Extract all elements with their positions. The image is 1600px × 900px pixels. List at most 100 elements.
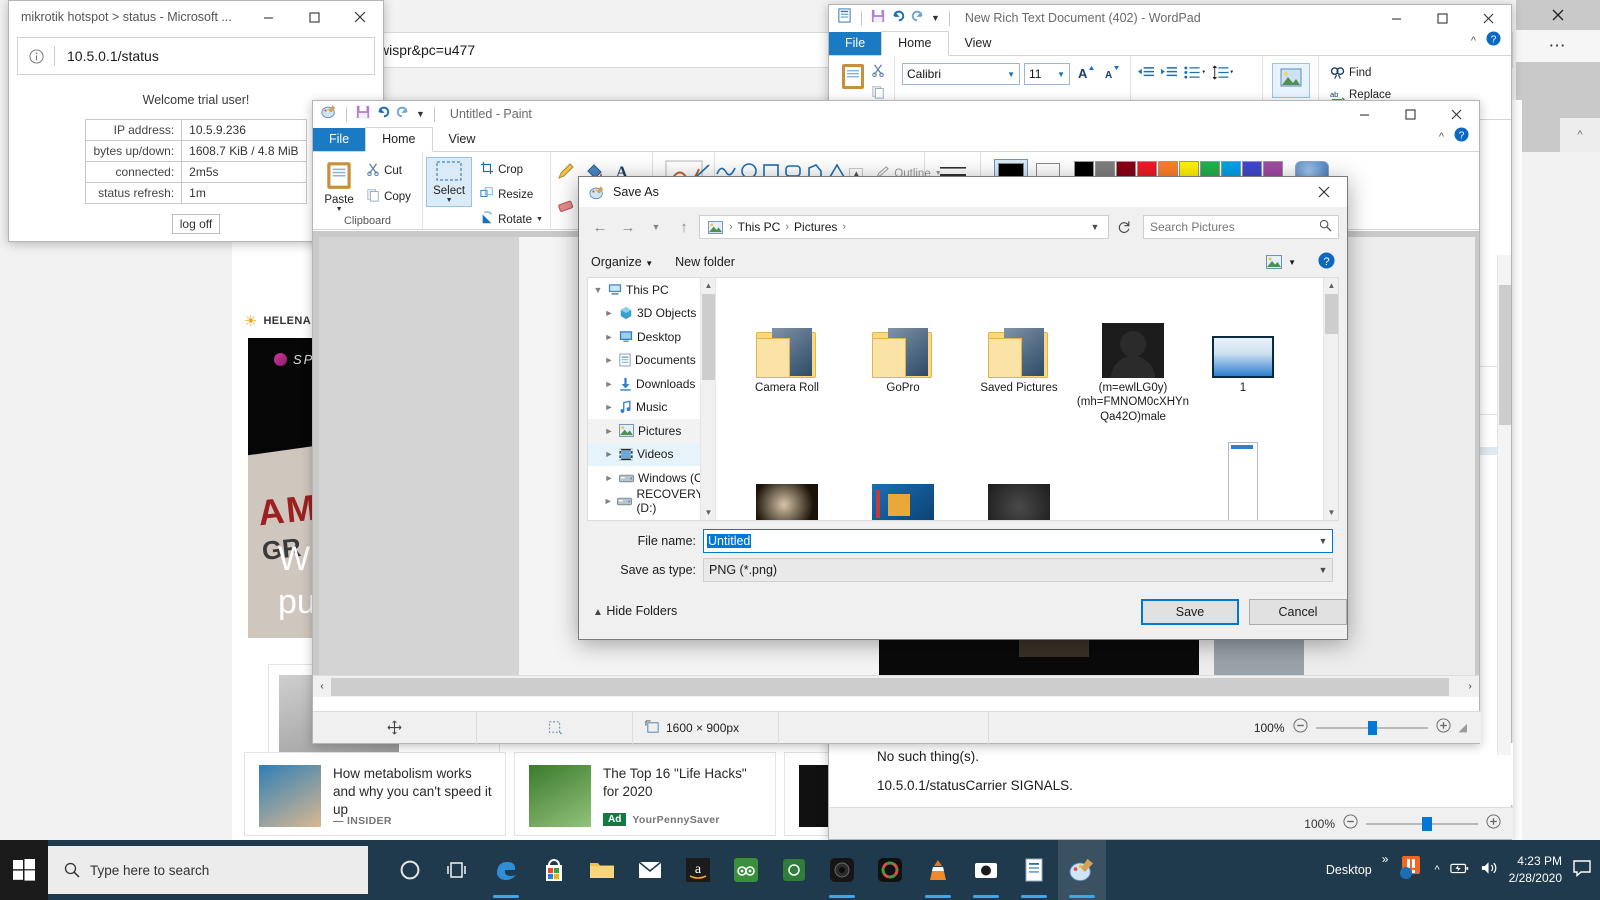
vlc-icon[interactable] xyxy=(914,840,962,900)
hotspot-back-address-bar[interactable]: 10.5.0.1/status xyxy=(17,37,375,75)
search-input[interactable]: Search Pictures xyxy=(1143,215,1339,239)
close-button[interactable] xyxy=(337,1,383,33)
wordpad-quick-access-toolbar[interactable]: ▼ New Rich Text Document (402) - WordPad xyxy=(829,5,1511,31)
file-item[interactable]: GoPro xyxy=(846,286,960,395)
insert-picture-icon[interactable] xyxy=(1271,63,1310,98)
edge-icon[interactable] xyxy=(482,840,530,900)
save-icon[interactable] xyxy=(871,9,885,28)
view-options-button[interactable]: ▼ xyxy=(1266,255,1296,269)
up-button[interactable]: ↑ xyxy=(671,214,697,240)
paint-maximize-button[interactable] xyxy=(1387,98,1433,130)
zoom-slider[interactable] xyxy=(1366,816,1478,831)
file-scrollbar[interactable]: ▲ ▼ xyxy=(1323,278,1338,520)
tab-file[interactable]: File xyxy=(313,128,366,151)
resize-grip-icon[interactable]: ◢ xyxy=(1459,721,1467,734)
minimize-button[interactable] xyxy=(245,1,291,33)
save-as-titlebar[interactable]: Save As xyxy=(579,177,1347,207)
recent-locations-button[interactable]: ▼ xyxy=(643,214,669,240)
hide-folders-button[interactable]: ▲ Hide Folders xyxy=(593,604,677,618)
ribbon-collapse-icon[interactable]: ^ xyxy=(1439,131,1444,143)
increase-indent-icon[interactable] xyxy=(1161,65,1178,85)
paint-icon[interactable] xyxy=(1058,840,1106,900)
edge-close-icon[interactable] xyxy=(1516,0,1600,30)
paint-close-button[interactable] xyxy=(1433,98,1479,130)
camera-lens-icon[interactable] xyxy=(818,840,866,900)
file-item[interactable]: Saved Pictures xyxy=(962,286,1076,395)
mail-icon[interactable] xyxy=(626,840,674,900)
customize-qat-icon[interactable]: ▼ xyxy=(416,109,425,119)
chevron-right-icon[interactable]: ► xyxy=(603,449,615,459)
save-as-browser[interactable]: ▼ This PC ► 3D Objects ► Desktop ► Documents ► Do… xyxy=(587,277,1339,521)
tab-file[interactable]: File xyxy=(829,32,882,55)
news-card[interactable]: How metabolism works and why you can't s… xyxy=(244,752,506,836)
rotate-button[interactable]: Rotate ▼ xyxy=(476,209,547,230)
edge-more-menu-icon[interactable]: ⋯ xyxy=(1516,30,1600,62)
action-center-icon[interactable] xyxy=(1572,859,1592,882)
cancel-button[interactable]: Cancel xyxy=(1249,599,1347,625)
chevron-down-icon[interactable]: ▼ xyxy=(592,285,604,295)
cut-button[interactable]: Cut xyxy=(362,160,415,181)
tripadvisor-icon[interactable] xyxy=(722,840,770,900)
file-item[interactable]: bg-channel-drop xyxy=(962,438,1076,520)
chevron-right-icon[interactable]: ► xyxy=(603,379,615,389)
line-spacing-icon[interactable] xyxy=(1212,65,1234,85)
show-hidden-icons-icon[interactable]: ^ xyxy=(1434,864,1439,876)
chevron-right-icon[interactable]: ► xyxy=(603,402,615,412)
breadcrumb-dropdown-icon[interactable]: ▼ xyxy=(1086,222,1104,232)
customize-qat-icon[interactable]: ▼ xyxy=(931,13,940,23)
bullets-icon[interactable] xyxy=(1184,65,1206,85)
weather-widget[interactable]: ☀ HELENA xyxy=(244,312,311,330)
save-as-dialog[interactable]: Save As ← → ▼ ↑ › This PC › Pictures › ▼ xyxy=(578,176,1348,640)
file-scroll-down-icon[interactable]: ▼ xyxy=(1324,505,1338,520)
file-item[interactable]: HTMAPIMAGEIN xyxy=(1186,438,1300,520)
paint-minimize-button[interactable] xyxy=(1341,98,1387,130)
eraser-icon[interactable] xyxy=(556,194,576,219)
start-button[interactable] xyxy=(0,840,48,900)
scroll-right-icon[interactable]: › xyxy=(1461,681,1479,692)
save-button[interactable]: Save xyxy=(1141,599,1239,625)
wordpad-icon[interactable] xyxy=(1010,840,1058,900)
nav-item-documents[interactable]: ► Documents xyxy=(588,349,715,373)
refresh-icon[interactable] xyxy=(1111,214,1137,240)
battery-icon[interactable] xyxy=(1449,861,1470,880)
new-folder-button[interactable]: New folder xyxy=(675,255,735,269)
paint-ribbon-tabs[interactable]: File Home View ^ ? xyxy=(313,127,1479,152)
wordpad-scrollbar[interactable] xyxy=(1497,255,1511,755)
font-size-select[interactable]: 11 ▼ xyxy=(1024,63,1070,85)
news-card[interactable]: The Top 16 "Life Hacks" for 2020 Ad Your… xyxy=(514,752,776,836)
nav-item-music[interactable]: ► Music xyxy=(588,396,715,420)
breadcrumb[interactable]: › This PC › Pictures › ▼ xyxy=(699,215,1109,239)
copy-button[interactable]: Copy xyxy=(362,186,415,207)
nav-scrollbar[interactable]: ▲ ▼ xyxy=(700,278,715,520)
zoom-out-icon[interactable] xyxy=(1293,717,1308,738)
decrease-indent-icon[interactable] xyxy=(1138,65,1155,85)
breadcrumb-this-pc[interactable]: This PC xyxy=(735,220,784,234)
paste-button[interactable]: Paste ▼ xyxy=(320,157,358,215)
redo-icon[interactable] xyxy=(911,9,925,28)
tab-home[interactable]: Home xyxy=(881,31,949,56)
tray-overflow-icon[interactable]: » xyxy=(1382,852,1389,866)
volume-icon[interactable] xyxy=(1480,860,1499,881)
log-off-button[interactable]: log off xyxy=(171,214,221,234)
save-icon[interactable] xyxy=(356,105,370,124)
select-dropdown-icon[interactable]: ▼ xyxy=(446,197,453,204)
system-tray[interactable]: Desktop » ^ 4:23 PM 2/28/2020 xyxy=(1326,840,1600,900)
color-wheel-icon[interactable] xyxy=(866,840,914,900)
nav-item-desktop[interactable]: ► Desktop xyxy=(588,325,715,349)
canvas-hscrollbar[interactable]: ‹ › xyxy=(313,675,1479,697)
file-scroll-up-icon[interactable]: ▲ xyxy=(1324,278,1338,293)
file-item[interactable]: 610 xyxy=(846,438,960,520)
paint-quick-access-toolbar[interactable]: ▼ Untitled - Paint xyxy=(313,101,1479,127)
zoom-out-icon[interactable] xyxy=(1343,813,1358,834)
clock[interactable]: 4:23 PM 2/28/2020 xyxy=(1509,853,1562,888)
font-family-select[interactable]: Calibri ▼ xyxy=(902,63,1020,85)
shrink-font-icon[interactable]: A xyxy=(1100,63,1122,86)
back-button[interactable]: ← xyxy=(587,214,613,240)
cut-icon[interactable] xyxy=(871,63,885,82)
maximize-button[interactable] xyxy=(291,1,337,33)
wordpad-lower-text[interactable]: No such thing(s). 10.5.0.1/statusCarrier… xyxy=(829,743,1513,805)
nav-item-downloads[interactable]: ► Downloads xyxy=(588,372,715,396)
file-item[interactable]: Camera Roll xyxy=(730,286,844,395)
nav-scroll-down-icon[interactable]: ▼ xyxy=(701,505,715,520)
save-as-type-dropdown-icon[interactable]: ▼ xyxy=(1314,565,1332,575)
